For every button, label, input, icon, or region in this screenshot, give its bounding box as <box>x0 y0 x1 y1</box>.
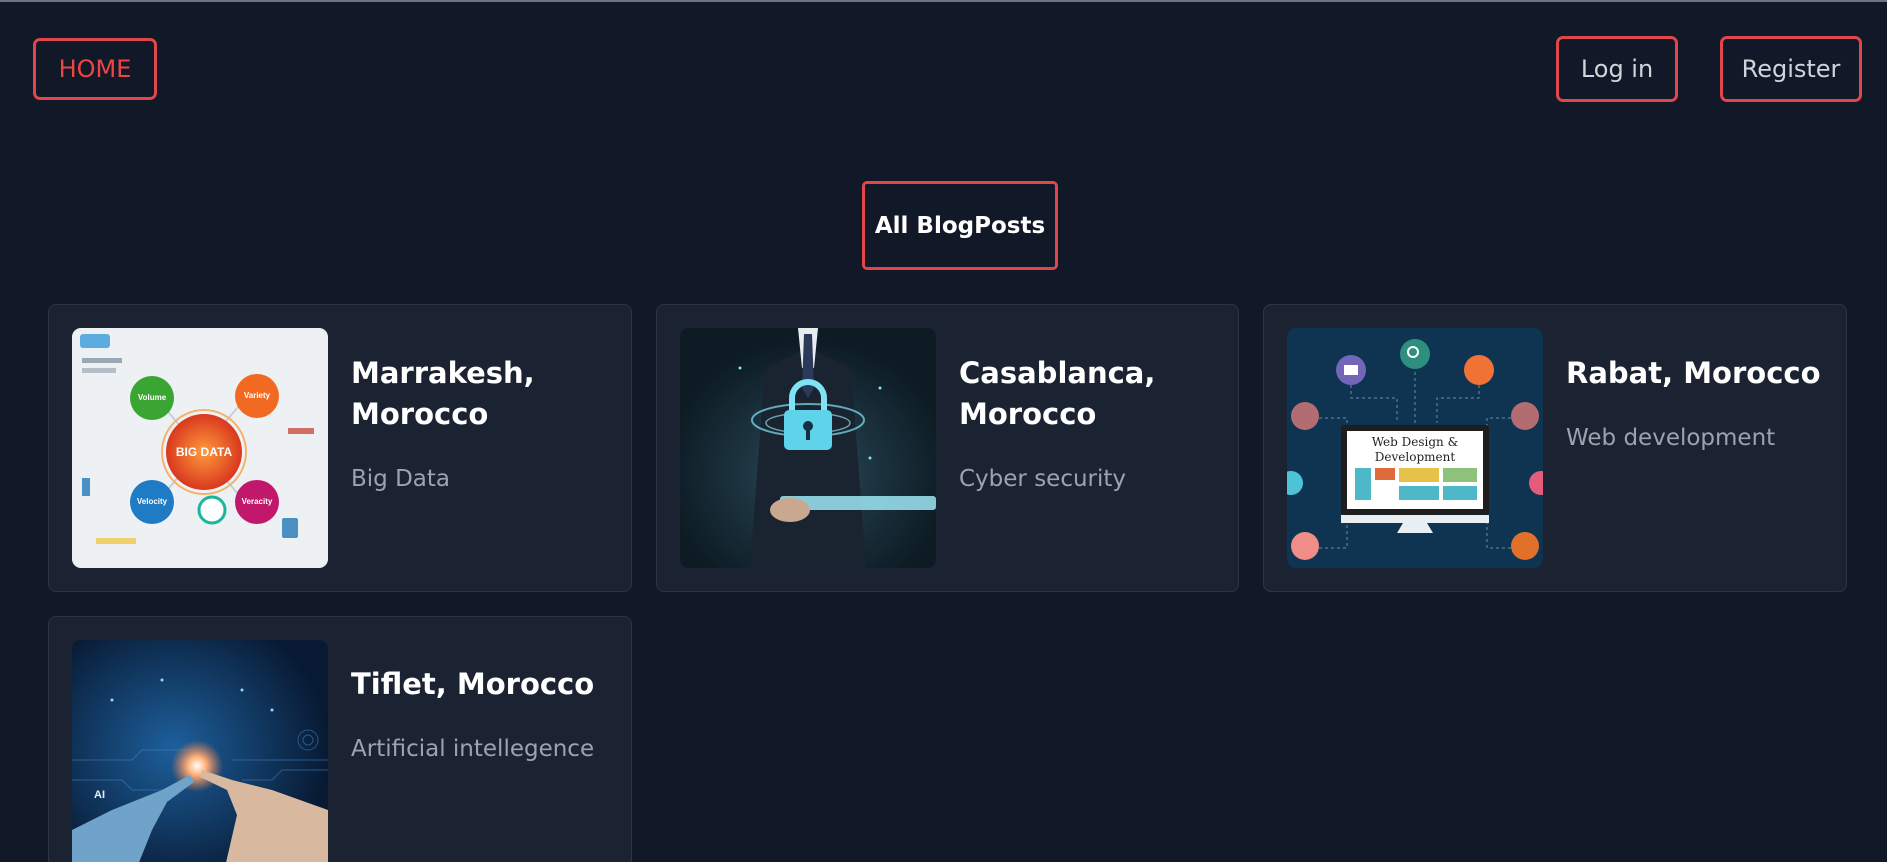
post-card-rabat[interactable]: Web Design & Development Rabat, Morocco … <box>1263 304 1847 592</box>
post-category: Cyber security <box>959 466 1127 492</box>
post-title[interactable]: Casablanca, Morocco <box>959 353 1219 435</box>
ai-label: AI <box>94 789 105 801</box>
big-data-label: BIG DATA <box>176 445 233 459</box>
ai-hands-illustration: AI <box>72 640 328 862</box>
web-design-illustration: Web Design & Development <box>1287 328 1543 568</box>
web-design-line1: Web Design & <box>1372 435 1459 449</box>
post-image-big-data[interactable]: BIG DATA Volume Variety Velocity Veracit… <box>72 328 328 568</box>
web-design-line2: Development <box>1375 450 1456 464</box>
post-category: Web development <box>1566 425 1776 451</box>
register-link[interactable]: Register <box>1720 36 1862 102</box>
post-image-artificial-intelligence[interactable]: AI <box>72 640 328 862</box>
variety-label: Variety <box>244 391 271 400</box>
volume-label: Volume <box>138 393 167 402</box>
home-link[interactable]: HOME <box>33 38 157 100</box>
post-title[interactable]: Marrakesh, Morocco <box>351 353 611 435</box>
post-image-cyber-security[interactable] <box>680 328 936 568</box>
post-card-marrakesh[interactable]: BIG DATA Volume Variety Velocity Veracit… <box>48 304 632 592</box>
post-image-web-development[interactable]: Web Design & Development <box>1287 328 1543 568</box>
post-title[interactable]: Rabat, Morocco <box>1566 353 1826 394</box>
post-card-tiflet[interactable]: AI Tiflet, Morocco Artificial intellegen… <box>48 616 632 862</box>
post-card-casablanca[interactable]: Casablanca, Morocco Cyber security <box>656 304 1239 592</box>
big-data-infographic: BIG DATA Volume Variety Velocity Veracit… <box>72 328 328 568</box>
post-category: Artificial intellegence <box>351 736 595 762</box>
velocity-label: Velocity <box>137 497 168 506</box>
all-blogposts-button[interactable]: All BlogPosts <box>862 181 1058 270</box>
veracity-label: Veracity <box>242 497 273 506</box>
post-category: Big Data <box>351 466 450 492</box>
post-title[interactable]: Tiflet, Morocco <box>351 664 611 705</box>
cyber-security-illustration <box>680 328 936 568</box>
login-link[interactable]: Log in <box>1556 36 1678 102</box>
